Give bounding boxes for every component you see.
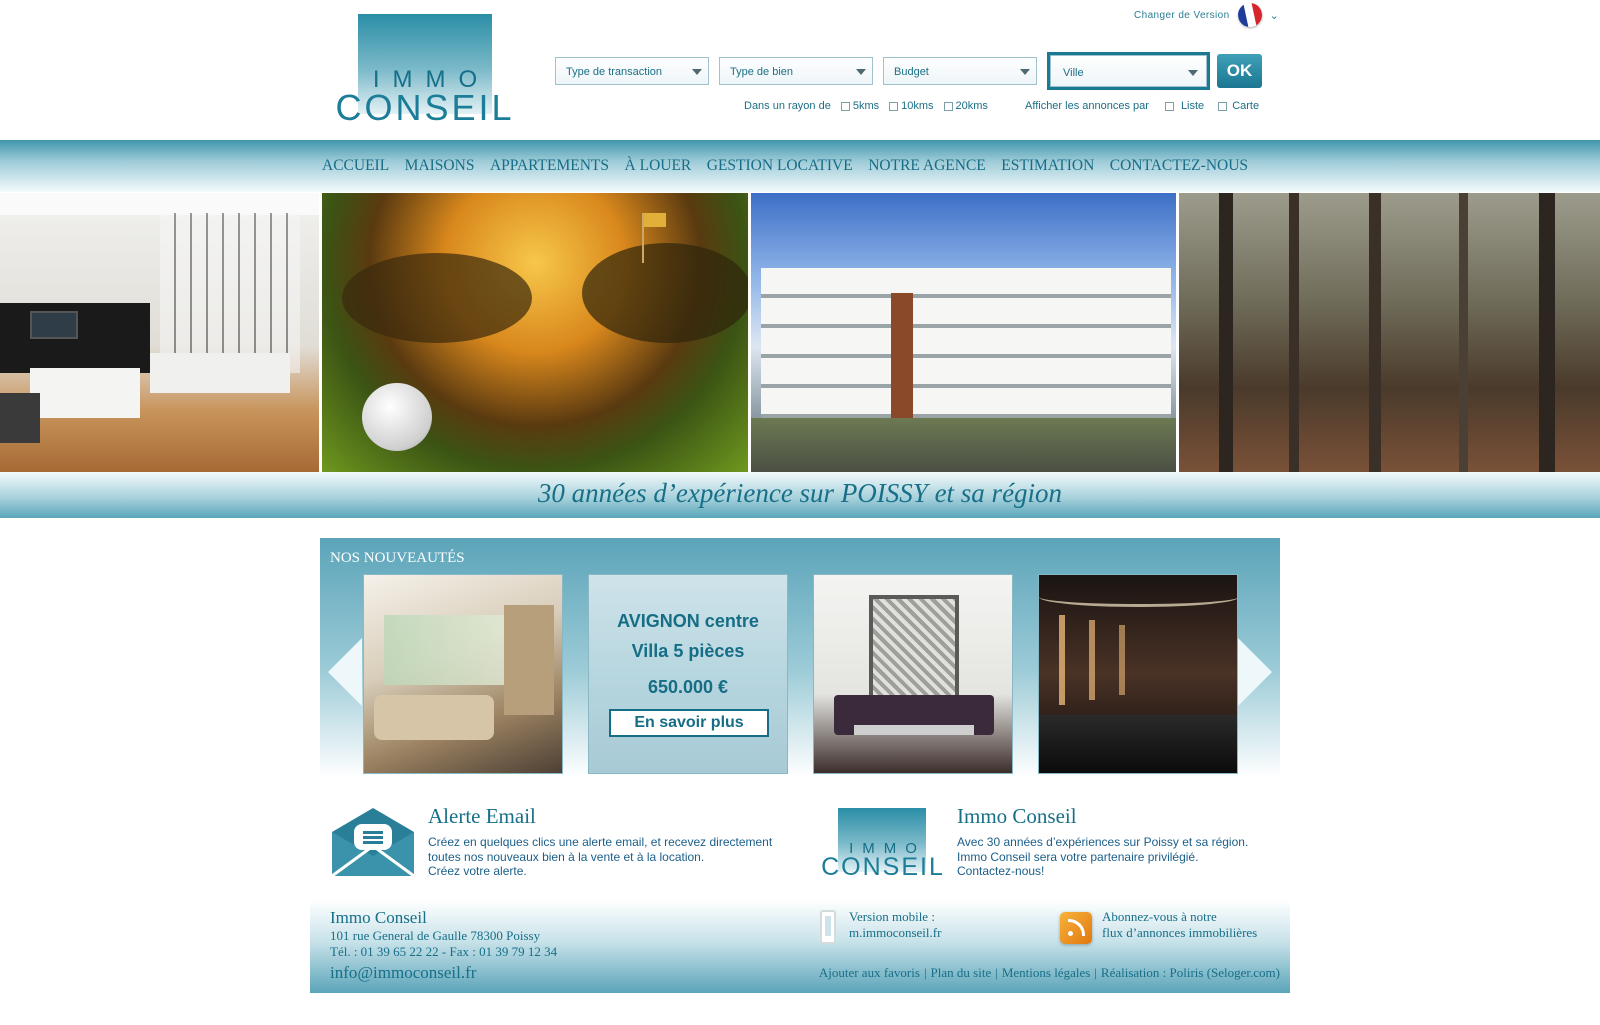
email-envelope-icon[interactable] — [330, 806, 416, 878]
listing-card-4[interactable] — [1038, 574, 1238, 774]
budget-value: Budget — [894, 66, 929, 78]
dropdown-arrow-icon — [1188, 70, 1198, 76]
carousel-prev-arrow-icon[interactable] — [328, 638, 362, 706]
hero-image-building — [750, 193, 1176, 472]
footer-company-name: Immo Conseil — [330, 908, 427, 927]
listing-card-1[interactable] — [363, 574, 563, 774]
rss-icon[interactable] — [1060, 912, 1092, 944]
dropdown-arrow-icon — [1020, 69, 1030, 75]
agency-line: Immo Conseil sera votre partenaire privi… — [957, 849, 1199, 864]
city-value: Ville — [1063, 67, 1084, 79]
checkbox[interactable] — [1164, 101, 1174, 111]
listing-type: Villa 5 pièces — [631, 641, 745, 661]
learn-more-button[interactable]: En savoir plus — [609, 709, 769, 737]
property-type-select[interactable]: Type de bien — [719, 57, 873, 85]
nav-item-accueil[interactable]: ACCUEIL — [322, 157, 389, 175]
listing-price: 650.000 € — [647, 677, 729, 697]
rss-label-line1[interactable]: Abonnez-vous à notre — [1102, 909, 1217, 925]
version-switcher[interactable]: Changer de Version ⌄ — [1134, 0, 1279, 30]
agency-title: Immo Conseil — [957, 804, 1077, 828]
tagline: 30 années d’expérience sur POISSY et sa … — [537, 478, 1063, 508]
agency-logo: IMMO CONSEIL — [818, 808, 948, 880]
radius-option-10[interactable]: 10kms — [889, 100, 934, 112]
agency-text: Avec 30 années d’expériences sur Poissy … — [957, 835, 1248, 879]
hero-image-living-room — [0, 193, 320, 472]
main-nav: ACCUEIL MAISONS APPARTEMENTS À LOUER GES… — [0, 140, 1600, 192]
nav-item-contactez-nous[interactable]: CONTACTEZ-NOUS — [1110, 157, 1248, 175]
listing-location: AVIGNON centre — [617, 611, 759, 631]
footer-address: 101 rue General de Gaulle 78300 Poissy — [330, 928, 541, 943]
nav-item-estimation[interactable]: ESTIMATION — [1001, 157, 1094, 175]
radius-option-label: 20kms — [955, 100, 988, 112]
dropdown-arrow-icon — [692, 69, 702, 75]
chevron-down-icon[interactable]: ⌄ — [1270, 9, 1279, 22]
display-option-list[interactable]: Liste — [1164, 100, 1205, 112]
display-label: Afficher les annonces par — [1025, 100, 1149, 112]
transaction-type-select[interactable]: Type de transaction — [555, 57, 709, 85]
carousel-next-arrow-icon[interactable] — [1238, 638, 1272, 706]
footer-link-sitemap[interactable]: Plan du site — [931, 965, 992, 981]
footer-link-separator: | — [995, 965, 998, 980]
budget-select[interactable]: Budget — [883, 57, 1037, 85]
radius-option-5[interactable]: 5kms — [840, 100, 880, 112]
news-title: NOS NOUVEAUTÉS — [330, 550, 465, 566]
search-ok-button[interactable]: OK — [1217, 54, 1262, 88]
nav-item-appartements[interactable]: APPARTEMENTS — [490, 157, 609, 175]
display-option-label: Carte — [1232, 100, 1260, 112]
footer-link-favorites[interactable]: Ajouter aux favoris — [819, 965, 920, 981]
mobile-version-link[interactable]: m.immoconseil.fr — [849, 925, 941, 941]
email-alert-title[interactable]: Alerte Email — [428, 804, 536, 829]
transaction-type-value: Type de transaction — [566, 66, 663, 78]
display-option-label: Liste — [1180, 100, 1205, 112]
mobile-phone-icon[interactable] — [820, 910, 836, 944]
nav-item-notre-agence[interactable]: NOTRE AGENCE — [868, 157, 986, 175]
nav-item-maisons[interactable]: MAISONS — [405, 157, 475, 175]
listing-card-3[interactable] — [813, 574, 1013, 774]
radius-label: Dans un rayon de — [744, 100, 831, 112]
news-carousel: NOS NOUVEAUTÉS AVIGNON centre Villa 5 pi… — [320, 538, 1280, 778]
hero-image-golf — [322, 193, 748, 472]
tagline-band: 30 années d’expérience sur POISSY et sa … — [0, 472, 1600, 518]
checkbox[interactable] — [840, 101, 850, 111]
email-alert-text: Créez en quelques clics une alerte email… — [428, 835, 772, 879]
mobile-version-label: Version mobile : — [849, 909, 935, 924]
logo-line2: CONSEIL — [821, 853, 945, 881]
footer-link-legal[interactable]: Mentions légales — [1002, 965, 1090, 981]
footer: Immo Conseil 101 rue General de Gaulle 7… — [310, 900, 1290, 993]
logo-line2: CONSEIL — [335, 87, 515, 128]
footer-email-link[interactable]: info@immoconseil.fr — [330, 963, 476, 983]
dropdown-arrow-icon — [856, 69, 866, 75]
nav-item-a-louer[interactable]: À LOUER — [625, 157, 692, 175]
display-option-map[interactable]: Carte — [1218, 100, 1259, 112]
radius-option-20[interactable]: 20kms — [943, 100, 988, 112]
checkbox[interactable] — [889, 101, 899, 111]
radius-option-label: 5kms — [852, 100, 880, 112]
checkbox[interactable] — [943, 101, 953, 111]
footer-link-credits[interactable]: Réalisation : Poliris (Seloger.com) — [1101, 965, 1280, 981]
footer-phone: Tél. : 01 39 65 22 22 - Fax : 01 39 79 1… — [330, 944, 558, 959]
city-select[interactable]: Ville — [1047, 52, 1210, 90]
france-flag-icon[interactable] — [1235, 0, 1264, 30]
display-mode-options: Afficher les annonces par Liste Carte — [1025, 100, 1269, 112]
rss-label-line2[interactable]: flux d’annonces immobilières — [1102, 925, 1257, 941]
nav-item-gestion-locative[interactable]: GESTION LOCATIVE — [707, 157, 853, 175]
email-alert-link[interactable]: Créez votre alerte. — [428, 864, 772, 879]
email-alert-line: toutes nos nouveaux bien à la vente et à… — [428, 849, 705, 864]
radius-option-label: 10kms — [901, 100, 934, 112]
version-label[interactable]: Changer de Version — [1134, 10, 1230, 21]
checkbox[interactable] — [1218, 101, 1228, 111]
agency-contact-link[interactable]: Contactez-nous! — [957, 864, 1248, 879]
site-logo[interactable]: IMMO CONSEIL — [330, 14, 520, 126]
listing-card-featured[interactable]: AVIGNON centre Villa 5 pièces 650.000 € … — [588, 574, 788, 774]
property-type-value: Type de bien — [730, 66, 793, 78]
radius-options: Dans un rayon de 5kms 10kms 20kms — [744, 100, 998, 112]
email-alert-line: Créez en quelques clics une alerte email… — [428, 835, 773, 849]
footer-link-separator: | — [1094, 965, 1097, 980]
hero-image-forest — [1178, 193, 1600, 472]
hero-banner — [0, 193, 1600, 472]
agency-line: Avec 30 années d’expériences sur Poissy … — [957, 835, 1249, 849]
footer-link-separator: | — [923, 965, 927, 980]
footer-links: Ajouter aux favoris | Plan du site | Men… — [819, 965, 1280, 981]
